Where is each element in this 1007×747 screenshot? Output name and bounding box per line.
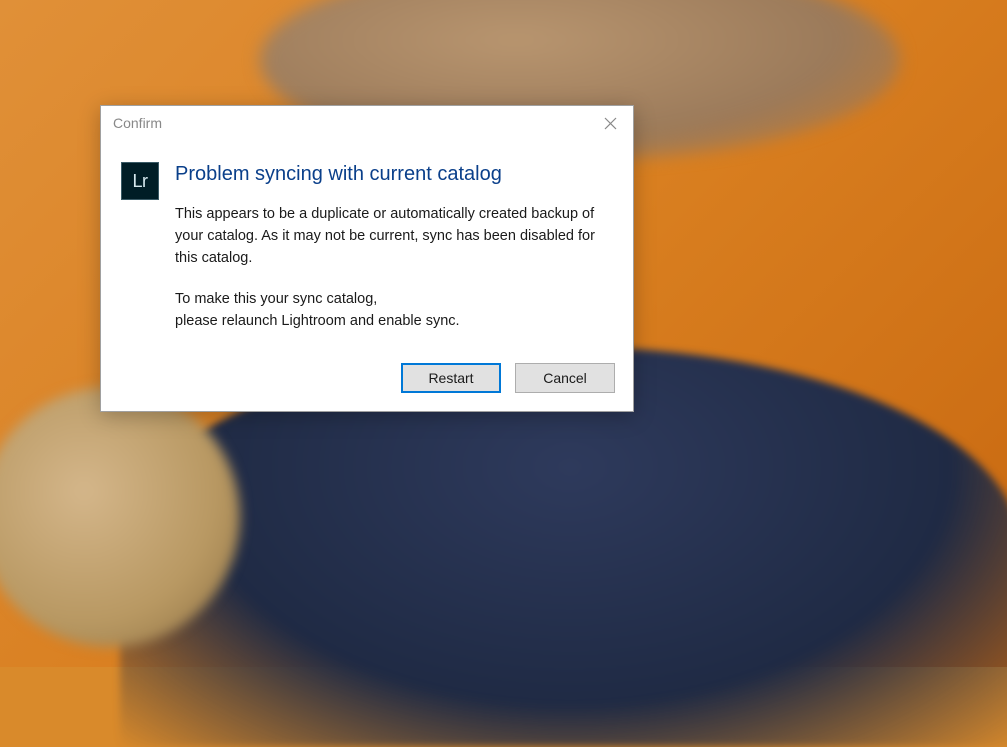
- dialog-heading: Problem syncing with current catalog: [175, 162, 609, 186]
- dialog-paragraph-2: To make this your sync catalog, please r…: [175, 289, 609, 333]
- restart-button[interactable]: Restart: [401, 363, 501, 393]
- dialog-paragraph-1: This appears to be a duplicate or automa…: [175, 204, 609, 269]
- dialog-body: Lr Problem syncing with current catalog …: [101, 140, 633, 351]
- content-column: Problem syncing with current catalog Thi…: [175, 162, 609, 333]
- close-button[interactable]: [595, 110, 625, 136]
- button-row: Restart Cancel: [101, 351, 633, 411]
- confirm-dialog: Confirm Lr Problem syncing with current …: [100, 105, 634, 412]
- dialog-p2-line1: To make this your sync catalog,: [175, 291, 377, 307]
- title-bar: Confirm: [101, 106, 633, 140]
- dialog-title: Confirm: [113, 115, 162, 131]
- lightroom-icon: Lr: [121, 162, 159, 200]
- lightroom-icon-label: Lr: [132, 171, 147, 192]
- close-icon: [604, 117, 617, 130]
- icon-column: Lr: [121, 162, 159, 333]
- dialog-p2-line2: please relaunch Lightroom and enable syn…: [175, 313, 460, 329]
- cancel-button[interactable]: Cancel: [515, 363, 615, 393]
